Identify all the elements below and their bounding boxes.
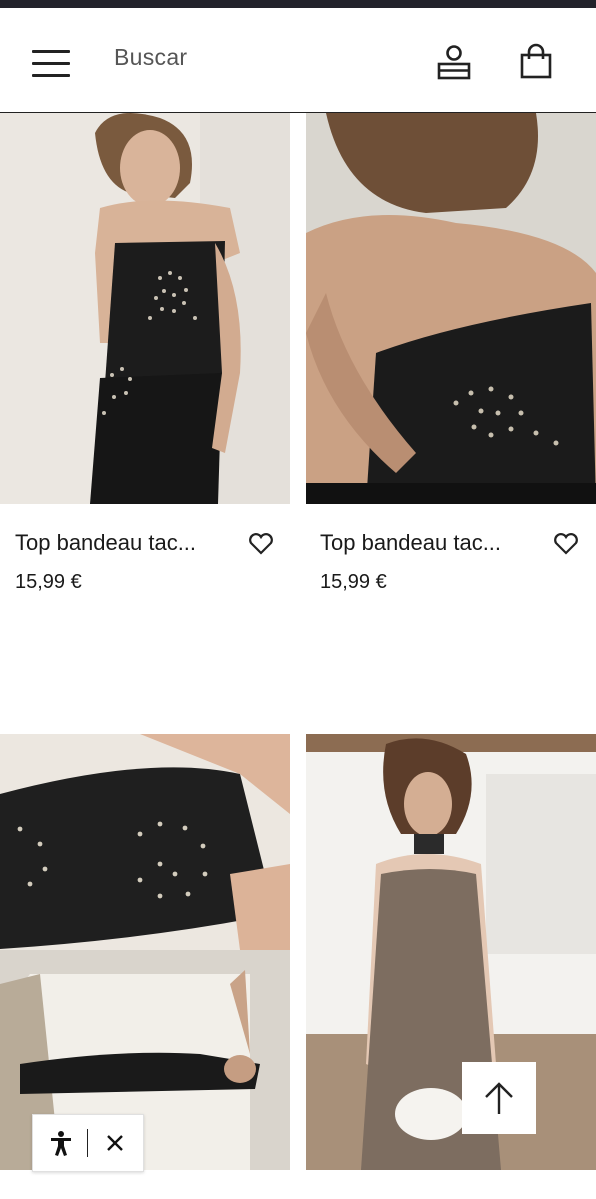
product-price: 15,99 €: [320, 571, 387, 593]
product-image-2[interactable]: [306, 113, 596, 504]
divider: [87, 1129, 88, 1157]
product-image-4[interactable]: [306, 734, 596, 1170]
product-image-1[interactable]: [0, 113, 290, 504]
heart-icon[interactable]: [247, 529, 275, 557]
accessibility-icon[interactable]: [47, 1129, 75, 1157]
product-price: 15,99 €: [15, 571, 82, 593]
heart-icon[interactable]: [552, 529, 580, 557]
product-title[interactable]: Top bandeau tac...: [15, 530, 225, 556]
close-icon[interactable]: [101, 1129, 129, 1157]
status-strip: [0, 0, 596, 8]
accessibility-widget: [32, 1114, 144, 1172]
hamburger-menu-icon[interactable]: [32, 50, 72, 78]
product-title[interactable]: Top bandeau tac...: [320, 530, 530, 556]
shopping-bag-icon[interactable]: [516, 42, 556, 82]
site-header: Buscar: [0, 8, 596, 113]
user-icon[interactable]: [434, 42, 474, 82]
arrow-up-icon[interactable]: [462, 1062, 536, 1134]
search-button[interactable]: Buscar: [114, 44, 187, 71]
product-image-3[interactable]: [0, 734, 290, 1170]
